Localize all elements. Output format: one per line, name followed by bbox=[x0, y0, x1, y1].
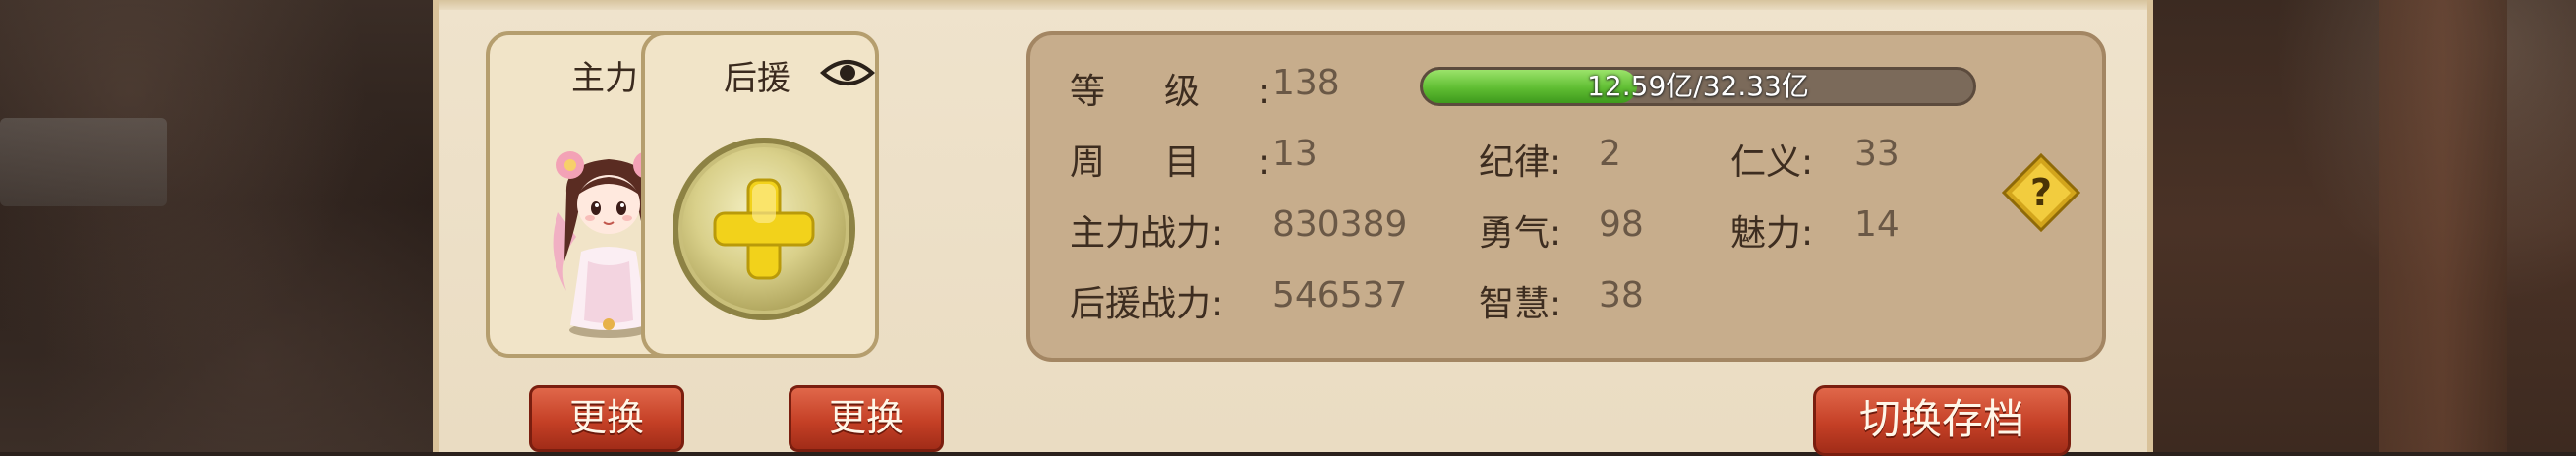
stats-panel: 等级: 138 12.59亿/32.33亿 周目: 13 纪律: 2 仁义: 3… bbox=[1026, 31, 2106, 362]
wisdom-label: 智慧: bbox=[1479, 284, 1562, 324]
cycle-value: 13 bbox=[1272, 134, 1317, 174]
background-strip bbox=[2379, 0, 2507, 452]
help-icon[interactable]: ? bbox=[2002, 153, 2080, 232]
main-power-label: 主力战力: bbox=[1070, 213, 1224, 254]
eye-icon[interactable] bbox=[820, 55, 875, 90]
discipline-value: 2 bbox=[1599, 134, 1621, 174]
charm-label: 魅力: bbox=[1730, 213, 1814, 254]
support-power-label: 后援战力: bbox=[1070, 284, 1224, 324]
plus-icon bbox=[713, 178, 815, 280]
panel-top-rule bbox=[439, 0, 2147, 10]
background-right bbox=[2153, 0, 2576, 452]
discipline-label: 纪律: bbox=[1479, 142, 1562, 183]
switch-save-button[interactable]: 切换存档 bbox=[1813, 385, 2071, 456]
charm-value: 14 bbox=[1854, 204, 1900, 245]
change-support-button[interactable]: 更换 bbox=[789, 385, 944, 452]
courage-value: 98 bbox=[1599, 204, 1644, 245]
benevolence-label: 仁义: bbox=[1730, 142, 1814, 183]
support-power-value: 546537 bbox=[1272, 275, 1408, 315]
main-power-value: 830389 bbox=[1272, 204, 1408, 245]
add-support-button[interactable] bbox=[673, 138, 855, 320]
support-character-card[interactable]: 后援 bbox=[641, 31, 879, 358]
change-main-button[interactable]: 更换 bbox=[529, 385, 684, 452]
exp-progress-text: 12.59亿/32.33亿 bbox=[1587, 70, 1809, 102]
courage-label: 勇气: bbox=[1479, 213, 1562, 254]
svg-text:?: ? bbox=[2030, 171, 2052, 214]
profile-panel: 主力 后援 更换 更换 等级: 138 12.59亿/32.33亿 周目: 13… bbox=[433, 0, 2153, 456]
benevolence-value: 33 bbox=[1854, 134, 1900, 174]
background-shelf bbox=[0, 118, 167, 206]
level-value: 138 bbox=[1272, 63, 1340, 103]
exp-progress-bar: 12.59亿/32.33亿 bbox=[1420, 67, 1976, 106]
wisdom-value: 38 bbox=[1599, 275, 1644, 315]
background-left bbox=[0, 0, 433, 452]
